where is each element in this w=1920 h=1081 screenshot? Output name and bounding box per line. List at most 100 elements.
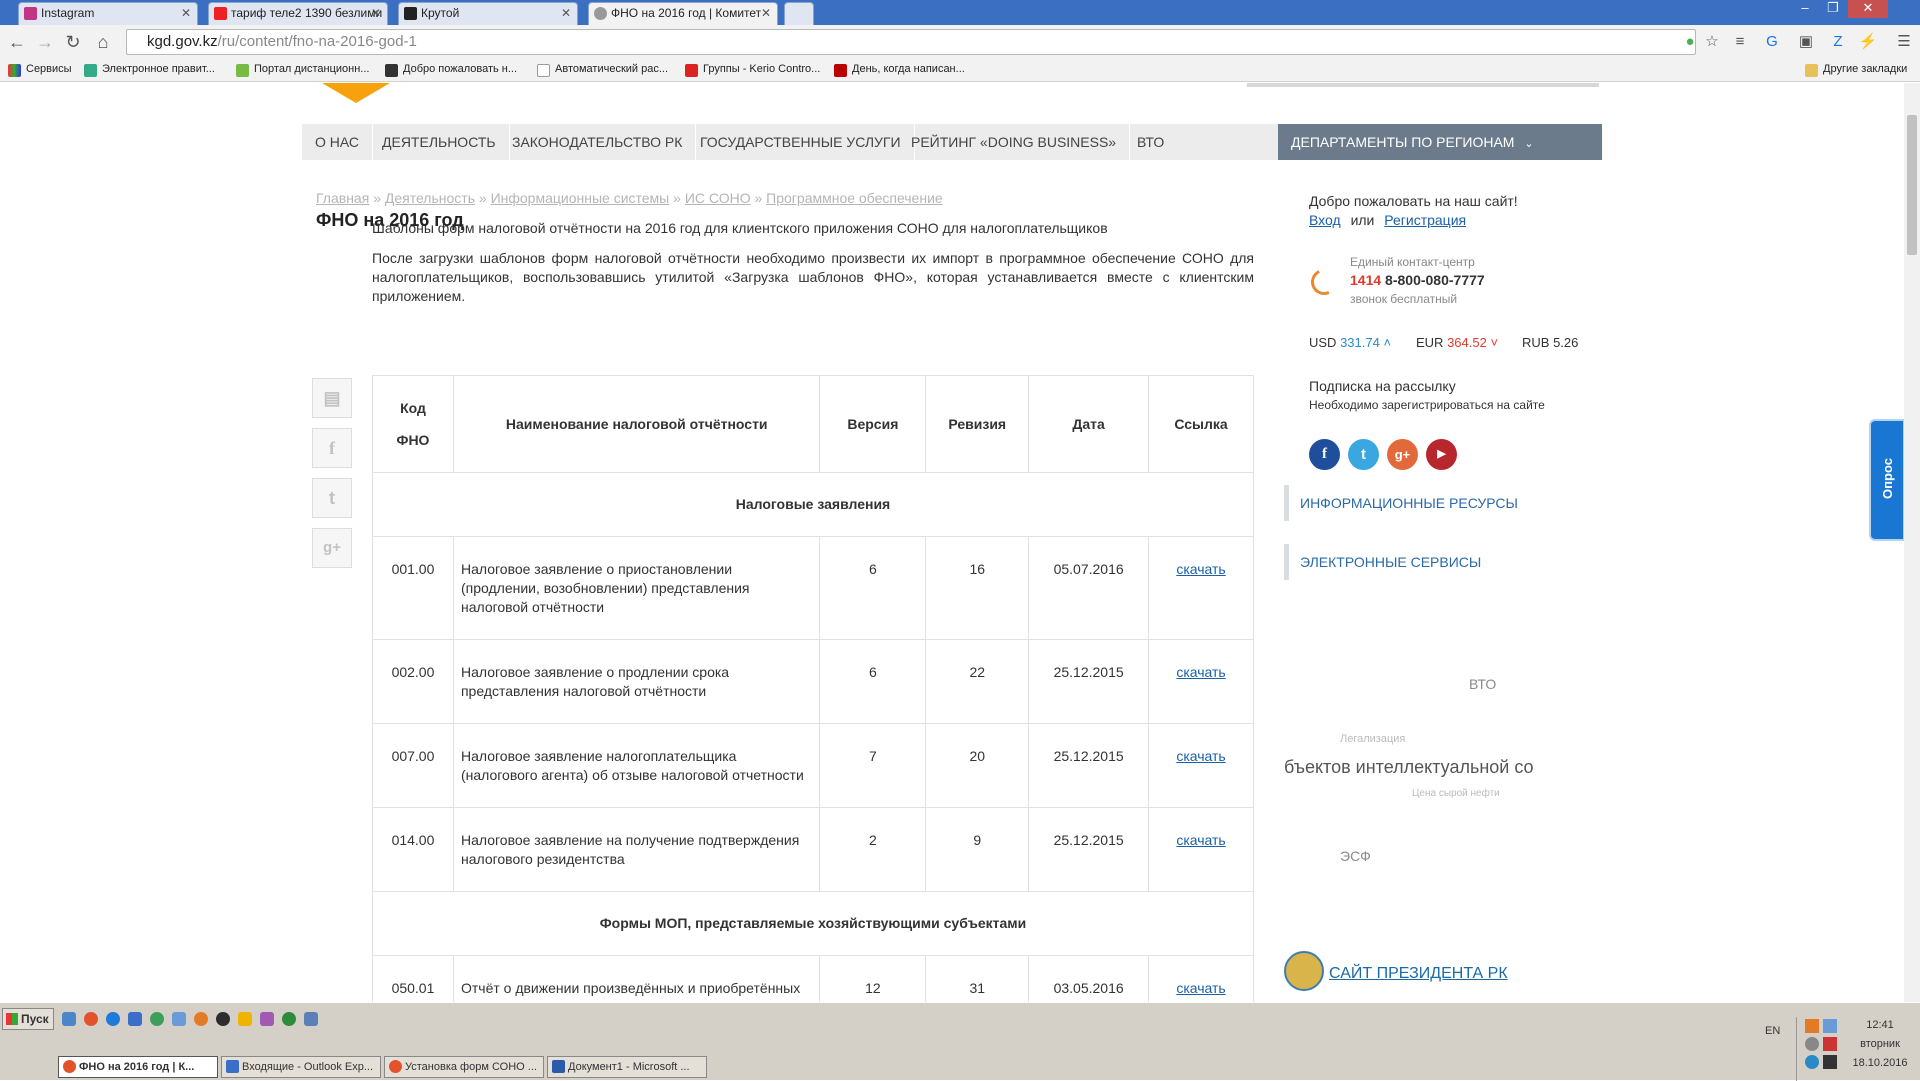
chat-icon[interactable]: ▣ bbox=[1796, 32, 1816, 52]
home-icon[interactable]: ⌂ bbox=[92, 31, 114, 53]
close-tab-icon[interactable]: ✕ bbox=[371, 3, 381, 24]
close-tab-icon[interactable]: ✕ bbox=[181, 3, 191, 24]
reader-icon[interactable]: ≡ bbox=[1730, 32, 1750, 52]
e-services-link[interactable]: ЭЛЕКТРОННЫЕ СЕРВИСЫ bbox=[1284, 544, 1584, 580]
nav-departments-dropdown[interactable]: ДЕПАРТАМЕНТЫ ПО РЕГИОНАМ ⌄ bbox=[1278, 124, 1602, 160]
ie-icon[interactable] bbox=[106, 1012, 120, 1026]
language-indicator[interactable]: EN bbox=[1765, 1025, 1780, 1037]
portal-icon bbox=[236, 64, 249, 77]
nav-doing-business[interactable]: РЕЙТИНГ «DOING BUSINESS» bbox=[898, 124, 1131, 160]
banner-legalization[interactable]: Легализация bbox=[1340, 733, 1405, 745]
lightning-icon[interactable]: ⚡ bbox=[1858, 32, 1878, 52]
youtube-icon[interactable]: ▶ bbox=[1426, 439, 1457, 470]
desktop-icon[interactable] bbox=[62, 1012, 76, 1026]
close-tab-icon[interactable]: ✕ bbox=[761, 3, 771, 24]
forward-icon[interactable]: → bbox=[34, 31, 56, 53]
download-link[interactable]: скачать bbox=[1176, 980, 1225, 996]
tray-display-icon[interactable] bbox=[1823, 1055, 1837, 1069]
print-icon[interactable]: ▤ bbox=[312, 378, 352, 418]
media-player-icon[interactable] bbox=[216, 1012, 230, 1026]
reload-icon[interactable]: ↻ bbox=[62, 31, 84, 53]
zzz-extension-icon[interactable]: Z bbox=[1828, 32, 1848, 52]
google-plus-icon[interactable]: g+ bbox=[1387, 439, 1418, 470]
tray-network-icon[interactable] bbox=[1823, 1019, 1837, 1033]
start-button[interactable]: Пуск bbox=[2, 1008, 54, 1030]
bookmark-other[interactable]: Другие закладки bbox=[1805, 63, 1907, 77]
nav-public-services[interactable]: ГОСУДАРСТВЕННЫЕ УСЛУГИ bbox=[687, 124, 915, 160]
tray-app-icon[interactable] bbox=[1805, 1019, 1819, 1033]
tab-instagram[interactable]: Instagram ✕ bbox=[18, 2, 198, 25]
download-link[interactable]: скачать bbox=[1176, 748, 1225, 764]
breadcrumb-is-sono[interactable]: ИС СОНО bbox=[685, 190, 751, 206]
taskbar-item-outlook[interactable]: Входящие - Outlook Exp... bbox=[221, 1056, 381, 1078]
close-window-icon[interactable]: ✕ bbox=[1848, 0, 1888, 18]
taskbar-item-sono[interactable]: Установка форм СОНО ... bbox=[384, 1056, 544, 1078]
president-site-link[interactable]: САЙТ ПРЕЗИДЕНТА РК bbox=[1329, 965, 1508, 983]
app-icon[interactable] bbox=[260, 1012, 274, 1026]
calc-icon[interactable] bbox=[304, 1012, 318, 1026]
banner-wto[interactable]: ВТО bbox=[1469, 676, 1496, 692]
breadcrumb-home[interactable]: Главная bbox=[316, 190, 369, 206]
bookmark-services[interactable]: Сервисы bbox=[8, 63, 72, 77]
banner-crude-oil[interactable]: Цена сырой нефти bbox=[1412, 788, 1500, 799]
utorrent-icon[interactable] bbox=[150, 1012, 164, 1026]
firefox-icon[interactable] bbox=[194, 1012, 208, 1026]
outlook-icon[interactable] bbox=[128, 1012, 142, 1026]
download-link[interactable]: скачать bbox=[1176, 561, 1225, 577]
facebook-icon[interactable]: f bbox=[1309, 439, 1340, 470]
url-domain: kgd.gov.kz bbox=[147, 33, 218, 50]
register-link[interactable]: Регистрация bbox=[1384, 212, 1466, 228]
back-icon[interactable]: ← bbox=[6, 31, 28, 53]
col-name-header: Наименование налоговой отчётности bbox=[452, 375, 821, 473]
info-resources-link[interactable]: ИНФОРМАЦИОННЫЕ РЕСУРСЫ bbox=[1284, 485, 1584, 521]
translate-icon[interactable]: G bbox=[1762, 32, 1782, 52]
scrollbar-thumb[interactable] bbox=[1907, 115, 1917, 255]
nav-about[interactable]: О НАС bbox=[302, 124, 374, 160]
bookmark-welcome[interactable]: Добро пожаловать н... bbox=[385, 63, 517, 77]
row-revision: 31 bbox=[925, 955, 1030, 1002]
minimize-icon[interactable]: ‒ bbox=[1792, 0, 1818, 18]
icq-icon[interactable] bbox=[282, 1012, 296, 1026]
restore-icon[interactable]: ❐ bbox=[1820, 0, 1846, 18]
close-tab-icon[interactable]: ✕ bbox=[561, 3, 571, 24]
chrome-icon[interactable] bbox=[84, 1012, 98, 1026]
bookmark-kerio[interactable]: Группы - Kerio Contro... bbox=[685, 63, 820, 77]
twitter-icon[interactable]: t bbox=[1348, 439, 1379, 470]
facebook-share-icon[interactable]: f bbox=[312, 428, 352, 468]
breadcrumb-software[interactable]: Программное обеспечение bbox=[766, 190, 943, 206]
banner-esf[interactable]: ЭСФ bbox=[1340, 848, 1371, 864]
bookmark-portal[interactable]: Портал дистанционн... bbox=[236, 63, 369, 77]
bookmark-star-icon[interactable]: ☆ bbox=[1702, 32, 1722, 52]
tab-fno-2016[interactable]: ФНО на 2016 год | Комитет ✕ bbox=[588, 2, 778, 25]
breadcrumb-info-systems[interactable]: Информационные системы bbox=[491, 190, 670, 206]
tray-user-icon[interactable] bbox=[1805, 1037, 1819, 1051]
nav-wto[interactable]: ВТО bbox=[1124, 124, 1177, 160]
bookmark-egov[interactable]: Электронное правит... bbox=[84, 63, 215, 77]
page-scrollbar[interactable] bbox=[1904, 83, 1920, 1002]
secure-lock-icon[interactable]: ● bbox=[1680, 32, 1700, 52]
ok-icon[interactable] bbox=[238, 1012, 252, 1026]
taskbar-item-word[interactable]: Документ1 - Microsoft ... bbox=[547, 1056, 707, 1078]
network-icon[interactable] bbox=[172, 1012, 186, 1026]
poll-button[interactable]: Опрос bbox=[1869, 419, 1905, 541]
login-link[interactable]: Вход bbox=[1309, 212, 1341, 228]
menu-icon[interactable]: ☰ bbox=[1894, 32, 1914, 52]
taskbar-item-chrome[interactable]: ФНО на 2016 год | К... bbox=[58, 1056, 218, 1078]
address-bar[interactable]: kgd.gov.kz/ru/content/fno-na-2016-god-1 bbox=[126, 29, 1696, 55]
tray-volume-icon[interactable] bbox=[1823, 1037, 1837, 1051]
banner-intellectual-property[interactable]: бъектов интеллектуальной со bbox=[1284, 757, 1562, 778]
tab-tele2-tariff[interactable]: тариф теле2 1390 безлими ✕ bbox=[208, 2, 388, 25]
new-tab-button[interactable] bbox=[784, 2, 814, 25]
tab-krutoy[interactable]: Крутой ✕ bbox=[398, 2, 578, 25]
bookmark-auto[interactable]: Автоматический рас... bbox=[537, 63, 668, 77]
nav-activity[interactable]: ДЕЯТЕЛЬНОСТЬ bbox=[369, 124, 510, 160]
google-plus-share-icon[interactable]: g+ bbox=[312, 528, 352, 568]
site-logo[interactable] bbox=[322, 83, 390, 103]
download-link[interactable]: скачать bbox=[1176, 832, 1225, 848]
breadcrumb-activity[interactable]: Деятельность bbox=[385, 190, 475, 206]
tray-skype-icon[interactable] bbox=[1805, 1055, 1819, 1069]
nav-legislation[interactable]: ЗАКОНОДАТЕЛЬСТВО РК bbox=[499, 124, 697, 160]
twitter-share-icon[interactable]: t bbox=[312, 478, 352, 518]
download-link[interactable]: скачать bbox=[1176, 664, 1225, 680]
bookmark-day[interactable]: День, когда написан... bbox=[834, 63, 965, 77]
